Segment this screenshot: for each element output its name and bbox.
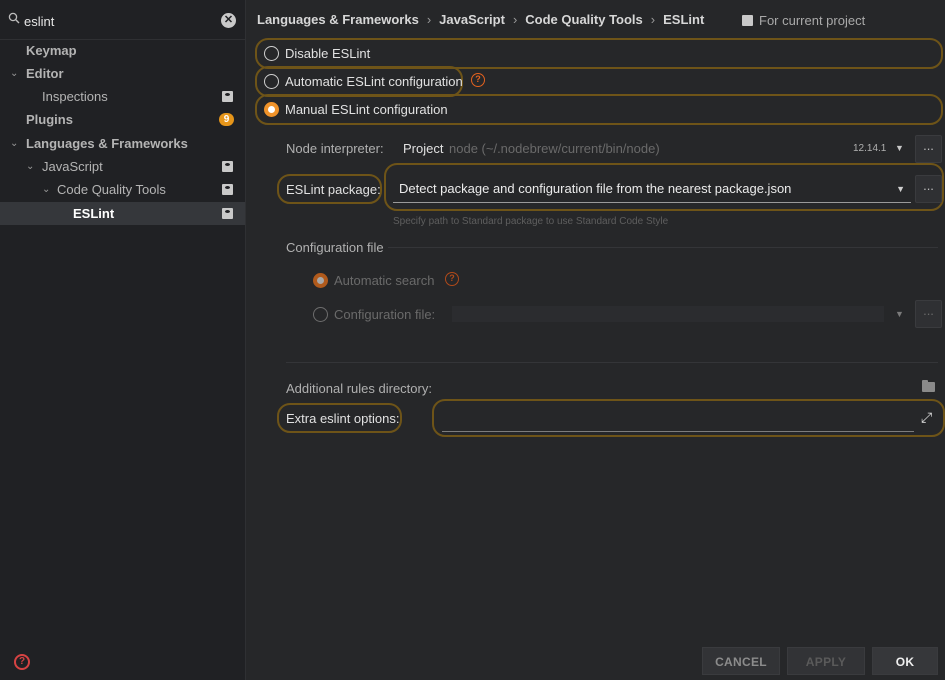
extra-options-label: Extra eslint options: <box>286 411 400 426</box>
radio-label: Manual ESLint configuration <box>285 102 448 117</box>
clear-search-icon[interactable]: ✕ <box>221 13 236 28</box>
sidebar-item-label: JavaScript <box>42 159 103 174</box>
radio-label: Disable ESLint <box>285 46 371 61</box>
node-path-value[interactable]: node (~/.nodebrew/current/bin/node) <box>449 141 660 156</box>
breadcrumb-item[interactable]: Languages & Frameworks <box>257 12 419 27</box>
eslint-package-value: Detect package and configuration file fr… <box>399 181 792 196</box>
sidebar-item-label: Keymap <box>26 43 77 58</box>
node-interpreter-label: Node interpreter: <box>286 141 384 156</box>
help-icon: ? <box>445 272 459 286</box>
chevron-down-icon[interactable]: ⌄ <box>26 155 34 178</box>
chevron-right-icon: › <box>426 12 432 27</box>
node-browse-button[interactable]: ... <box>915 135 942 163</box>
search-input[interactable] <box>24 10 214 32</box>
search-icon <box>8 12 20 24</box>
section-divider <box>286 362 938 363</box>
sidebar-item-label: Languages & Frameworks <box>26 136 188 151</box>
extra-options-input[interactable] <box>442 404 914 432</box>
node-version: 12.14.1 <box>853 143 887 154</box>
chevron-down-icon: ▼ <box>895 309 904 319</box>
breadcrumb-item[interactable]: JavaScript <box>439 12 505 27</box>
project-scope-icon <box>222 208 233 219</box>
sidebar-item-label: Plugins <box>26 112 73 127</box>
chevron-down-icon[interactable]: ▼ <box>896 175 905 203</box>
sidebar-item-label: Editor <box>26 66 64 81</box>
project-scope-icon <box>222 184 233 195</box>
ok-button[interactable]: OK <box>872 647 938 675</box>
chevron-down-icon[interactable]: ⌄ <box>10 62 18 85</box>
radio-button[interactable] <box>264 46 279 61</box>
project-scope-icon <box>742 15 753 26</box>
scope-label: For current project <box>759 13 866 28</box>
help-icon[interactable]: ? <box>14 654 30 670</box>
chevron-right-icon: › <box>650 12 656 27</box>
node-project-label: Project <box>403 141 444 156</box>
sidebar-item-eslint[interactable]: ESLint <box>0 202 245 225</box>
chevron-down-icon[interactable]: ⌄ <box>42 178 50 201</box>
search-box: ✕ <box>0 0 246 40</box>
folder-icon[interactable] <box>922 380 935 392</box>
expand-icon[interactable]: ⤢ <box>921 410 932 424</box>
sidebar-item-languages-frameworks[interactable]: ⌄ Languages & Frameworks <box>0 132 245 155</box>
project-scope-icon <box>222 161 233 172</box>
radio-button <box>313 307 328 322</box>
breadcrumb-item[interactable]: Code Quality Tools <box>525 12 643 27</box>
breadcrumb: Languages & Frameworks › JavaScript › Code Q… <box>257 12 704 30</box>
config-browse-button: ... <box>915 300 942 328</box>
radio-button[interactable] <box>264 102 279 117</box>
configuration-file-field <box>452 306 884 322</box>
sidebar-item-editor[interactable]: ⌄ Editor <box>0 62 245 85</box>
rules-directory-label: Additional rules directory: <box>286 381 432 396</box>
section-divider <box>388 247 938 248</box>
settings-sidebar: ✕ Keymap ⌄ Editor Inspections Plugins 9 … <box>0 0 246 680</box>
breadcrumb-item: ESLint <box>663 12 705 27</box>
radio-button[interactable] <box>264 74 279 89</box>
eslint-package-label: ESLint package: <box>286 182 381 197</box>
radio-label: Configuration file: <box>334 307 436 322</box>
sidebar-item-javascript[interactable]: ⌄ JavaScript <box>0 155 245 178</box>
sidebar-item-inspections[interactable]: Inspections <box>0 85 245 108</box>
sidebar-item-code-quality-tools[interactable]: ⌄ Code Quality Tools <box>0 178 245 201</box>
chevron-down-icon[interactable]: ▼ <box>895 143 904 153</box>
apply-button[interactable]: APPLY <box>787 647 865 675</box>
sidebar-item-plugins[interactable]: Plugins 9 <box>0 108 245 131</box>
sidebar-item-label: Inspections <box>42 89 108 104</box>
eslint-package-combo[interactable]: Detect package and configuration file fr… <box>393 175 911 203</box>
chevron-down-icon[interactable]: ⌄ <box>10 132 18 155</box>
config-section-title: Configuration file <box>286 240 384 255</box>
radio-label: Automatic ESLint configuration <box>285 74 463 89</box>
sidebar-item-label: ESLint <box>73 206 115 221</box>
scope-indicator: For current project <box>742 13 865 28</box>
package-hint: Specify path to Standard package to use … <box>393 216 669 227</box>
project-scope-icon <box>222 91 233 102</box>
radio-label: Automatic search <box>334 273 435 288</box>
help-icon[interactable]: ? <box>471 73 485 87</box>
package-browse-button[interactable]: ... <box>915 175 942 203</box>
radio-button <box>313 273 328 288</box>
sidebar-item-label: Code Quality Tools <box>57 182 166 197</box>
chevron-right-icon: › <box>512 12 518 27</box>
cancel-button[interactable]: CANCEL <box>702 647 780 675</box>
sidebar-item-keymap[interactable]: Keymap <box>0 39 245 62</box>
plugins-count-badge: 9 <box>219 113 234 126</box>
